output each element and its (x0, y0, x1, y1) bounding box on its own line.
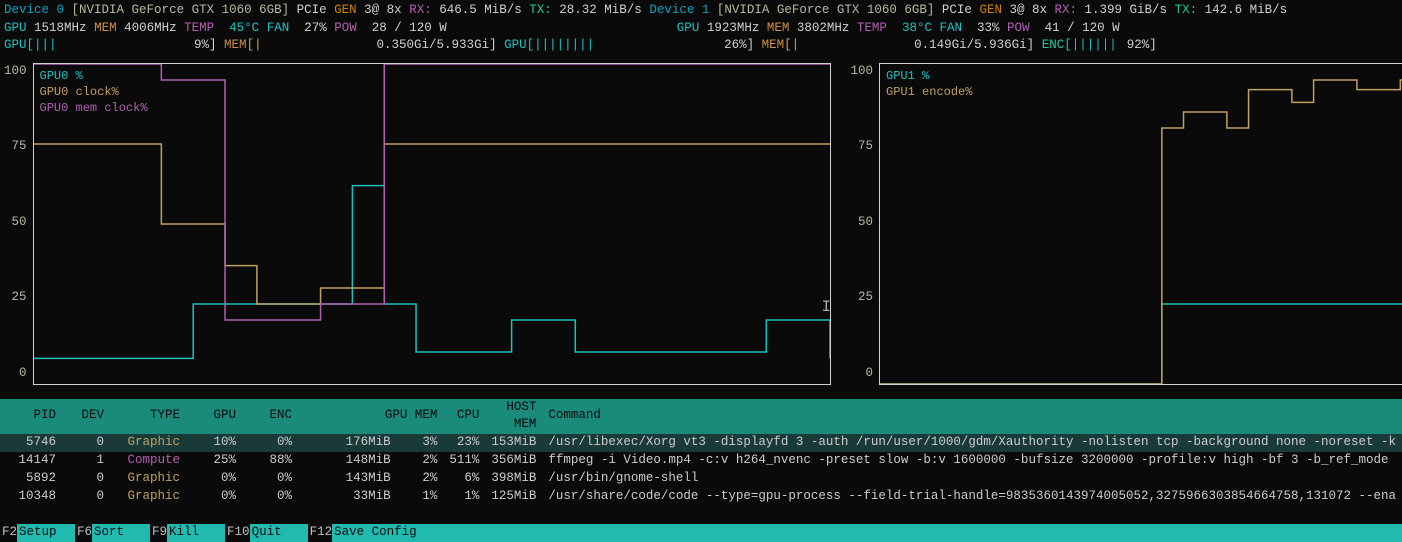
text-cursor-icon: I (822, 296, 832, 318)
col-type[interactable]: TYPE (110, 399, 186, 434)
chart1-ylabels: 1007550250 (851, 63, 880, 383)
col-pid[interactable]: PID (0, 399, 62, 434)
fbtn-quit[interactable]: Quit (250, 524, 308, 542)
fbtn-kill[interactable]: Kill (167, 524, 225, 542)
fkey-F6: F6 (75, 524, 92, 542)
fkey-F2: F2 (0, 524, 17, 542)
col-cpu[interactable]: CPU (443, 399, 485, 434)
table-row[interactable]: 58920Graphic 0%0%143MiB2% 6%398MiB/usr/b… (0, 470, 1402, 488)
charts-row: 1007550250 GPU0 %GPU0 clock%GPU0 mem clo… (0, 55, 1402, 385)
col-gpu mem[interactable]: GPU MEM (298, 399, 443, 434)
fkey-F9: F9 (150, 524, 167, 542)
fbtn-setup[interactable]: Setup (17, 524, 75, 542)
chart-gpu1-wrap: 1007550250 GPU1 %GPU1 encode% (851, 63, 1402, 385)
footer-bar: F2SetupF6SortF9KillF10QuitF12Save Config (0, 524, 1402, 542)
table-row[interactable]: 103480Graphic 0%0%33MiB1% 1%125MiB/usr/s… (0, 488, 1402, 506)
device-header: Device 0 [NVIDIA GeForce GTX 1060 6GB] P… (0, 0, 1402, 55)
process-table-wrap: PIDDEVTYPEGPUENCGPU MEMCPUHOST MEMComman… (0, 399, 1402, 506)
chart-gpu0: GPU0 %GPU0 clock%GPU0 mem clock% I (33, 63, 831, 385)
process-table: PIDDEVTYPEGPUENCGPU MEMCPUHOST MEMComman… (0, 399, 1402, 506)
table-row[interactable]: 57460Graphic 10%0%176MiB3% 23%153MiB/usr… (0, 434, 1402, 452)
col-gpu[interactable]: GPU (186, 399, 242, 434)
process-table-header[interactable]: PIDDEVTYPEGPUENCGPU MEMCPUHOST MEMComman… (0, 399, 1402, 434)
table-row[interactable]: 141471Compute 25%88%148MiB2% 511%356MiBf… (0, 452, 1402, 470)
chart0-svg (34, 64, 830, 384)
fbtn-sort[interactable]: Sort (92, 524, 150, 542)
fkey-F10: F10 (225, 524, 250, 542)
col-enc[interactable]: ENC (242, 399, 298, 434)
col-dev[interactable]: DEV (62, 399, 110, 434)
chart0-ylabels: 1007550250 (4, 63, 33, 383)
col-command[interactable]: Command (542, 399, 1402, 434)
col-host mem[interactable]: HOST MEM (485, 399, 542, 434)
process-table-body: 57460Graphic 10%0%176MiB3% 23%153MiB/usr… (0, 434, 1402, 506)
chart-gpu0-wrap: 1007550250 GPU0 %GPU0 clock%GPU0 mem clo… (4, 63, 831, 385)
chart1-svg (880, 64, 1402, 384)
fbtn-save config[interactable]: Save Config (332, 524, 425, 542)
chart-gpu1: GPU1 %GPU1 encode% (879, 63, 1402, 385)
fkey-F12: F12 (308, 524, 333, 542)
